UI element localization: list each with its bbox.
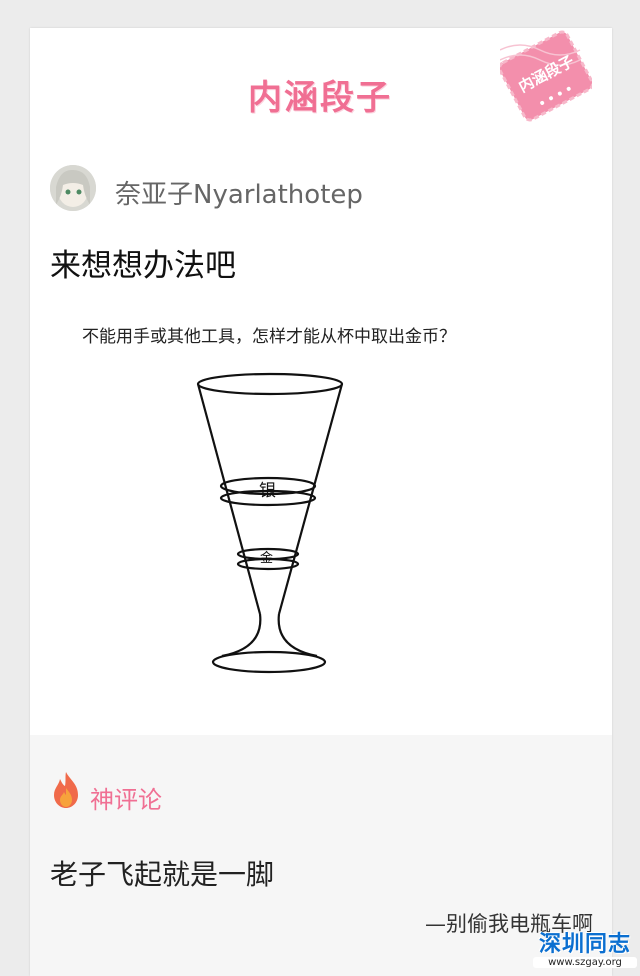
- wine-glass-drawing: [196, 372, 344, 674]
- watermark-url: www.szgay.org: [533, 957, 637, 968]
- stamp-logo: 内涵段子: [498, 30, 594, 122]
- flame-icon: [54, 772, 78, 808]
- watermark: 深圳同志 www.szgay.org: [533, 926, 637, 974]
- comment-text: 老子飞起就是一脚: [50, 858, 275, 891]
- coin-silver-label: 银: [259, 481, 276, 501]
- puzzle-image: 不能用手或其他工具，怎样才能从杯中取出金币？ 银 金: [72, 310, 564, 694]
- username[interactable]: 奈亚子Nyarlathotep: [115, 174, 363, 211]
- watermark-name: 深圳同志: [538, 932, 631, 957]
- top-comments-label: 神评论: [90, 786, 162, 814]
- post-title: 来想想办法吧: [50, 248, 236, 284]
- user-avatar[interactable]: [50, 165, 96, 211]
- coin-gold-label: 金: [260, 551, 274, 566]
